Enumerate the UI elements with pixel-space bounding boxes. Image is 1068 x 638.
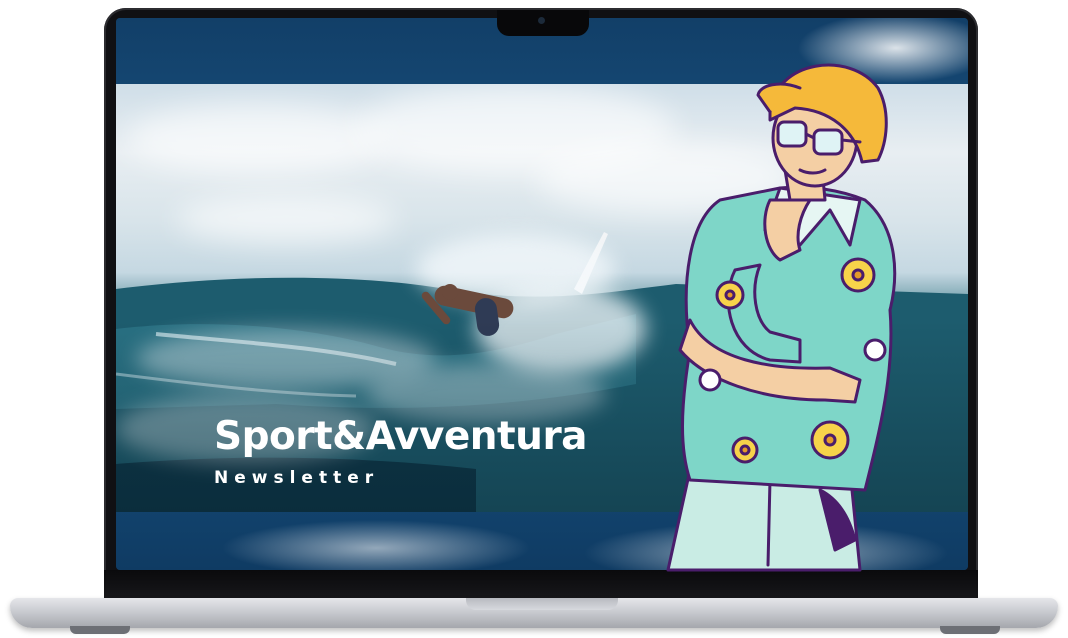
laptop-mockup: Sport&Avventura Newsletter [0,0,1068,638]
newsletter-subtitle: Newsletter [214,468,380,488]
laptop-foot-left [70,626,130,634]
laptop-foot-right [940,626,1000,634]
laptop-base-notch [466,598,618,610]
character-illustration [666,63,897,572]
camera-icon [538,17,545,24]
newsletter-title: Sport&Avventura [214,414,588,459]
